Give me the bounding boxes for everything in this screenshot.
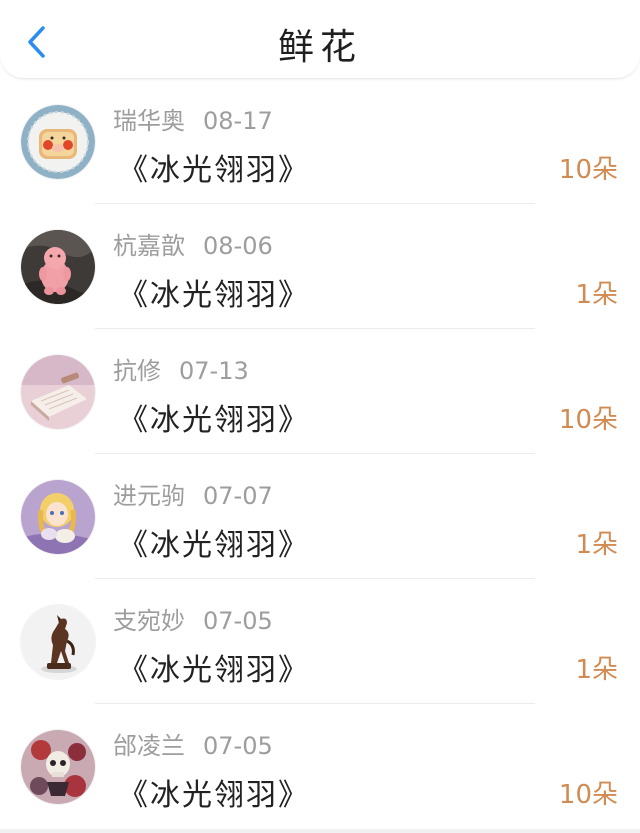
list-item[interactable]: 支宛妙 07-05 《冰光翎羽》 1朵: [0, 579, 640, 704]
gift-date: 07-05: [203, 607, 273, 635]
anime-girl-avatar[interactable]: [21, 480, 95, 554]
book-title[interactable]: 《冰光翎羽》: [118, 520, 310, 564]
sender-name: 支宛妙: [113, 607, 185, 635]
gift-date: 07-07: [203, 482, 273, 510]
item-meta: 瑞华奥 08-17: [113, 101, 273, 136]
item-meta: 杭嘉歆 08-06: [113, 226, 273, 261]
sender-name: 杭嘉歆: [113, 232, 185, 260]
book-title[interactable]: 《冰光翎羽》: [118, 770, 310, 814]
book-title[interactable]: 《冰光翎羽》: [118, 645, 310, 689]
book-title[interactable]: 《冰光翎羽》: [118, 270, 310, 314]
notebook-avatar[interactable]: [21, 355, 95, 429]
sender-name: 瑞华奥: [113, 107, 185, 135]
gift-date: 07-05: [203, 732, 273, 760]
sender-name: 抗修: [113, 357, 161, 385]
list-item[interactable]: 邰凌兰 07-05 《冰光翎羽》 10朵: [0, 704, 640, 829]
bottom-strip: [0, 829, 640, 833]
pink-toy-avatar[interactable]: [21, 230, 95, 304]
item-meta: 抗修 07-13: [113, 351, 249, 386]
flower-count: 10朵: [558, 155, 618, 185]
item-meta: 支宛妙 07-05: [113, 601, 273, 636]
book-title[interactable]: 《冰光翎羽》: [118, 145, 310, 189]
list-item[interactable]: 抗修 07-13 《冰光翎羽》 10朵: [0, 329, 640, 454]
skull-art-avatar[interactable]: [21, 730, 95, 804]
flowers-page: 鲜花 瑞华奥 08-17 《冰光翎羽》 10朵 杭嘉歆 08-06 《冰光翎羽》…: [0, 0, 640, 833]
header-bar: 鲜花: [0, 0, 640, 79]
flower-count: 1朵: [575, 530, 618, 560]
horse-statue-avatar[interactable]: [21, 605, 95, 679]
book-title[interactable]: 《冰光翎羽》: [118, 395, 310, 439]
gift-date: 08-17: [203, 107, 273, 135]
sender-name: 邰凌兰: [113, 732, 185, 760]
flower-count: 1朵: [575, 280, 618, 310]
page-title: 鲜花: [277, 27, 362, 68]
list-item[interactable]: 杭嘉歆 08-06 《冰光翎羽》 1朵: [0, 204, 640, 329]
item-meta: 邰凌兰 07-05: [113, 726, 273, 761]
gift-date: 08-06: [203, 232, 273, 260]
sender-name: 进元驹: [113, 482, 185, 510]
flower-count: 10朵: [558, 780, 618, 810]
flower-count: 10朵: [558, 405, 618, 435]
item-meta: 进元驹 07-07: [113, 476, 273, 511]
list-item[interactable]: 进元驹 07-07 《冰光翎羽》 1朵: [0, 454, 640, 579]
list-item[interactable]: 瑞华奥 08-17 《冰光翎羽》 10朵: [0, 79, 640, 204]
flower-count: 1朵: [575, 655, 618, 685]
gift-list: 瑞华奥 08-17 《冰光翎羽》 10朵 杭嘉歆 08-06 《冰光翎羽》 1朵…: [0, 79, 640, 829]
toast-pig-avatar[interactable]: [21, 105, 95, 179]
gift-date: 07-13: [179, 357, 249, 385]
